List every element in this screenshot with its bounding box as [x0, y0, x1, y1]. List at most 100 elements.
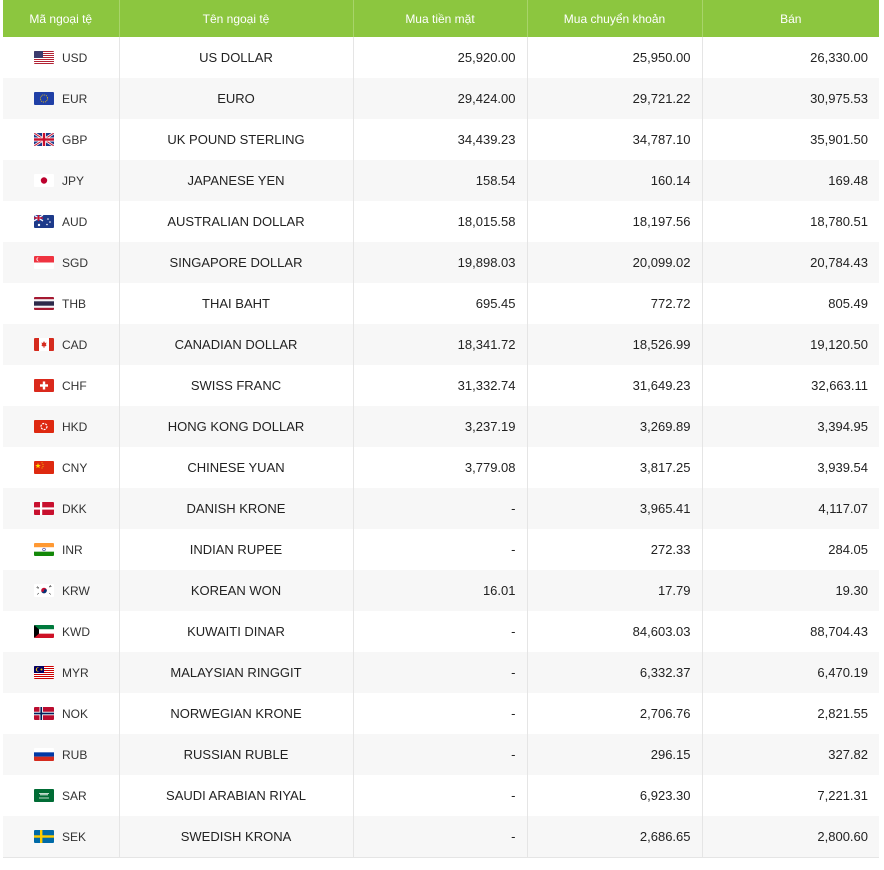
currency-code-wrap: AUD	[34, 215, 119, 229]
transfer-buy-rate: 160.14	[527, 160, 703, 201]
currency-code: KWD	[62, 624, 90, 639]
currency-code-cell: GBP	[3, 119, 120, 160]
currency-code-cell: MYR	[3, 652, 120, 693]
currency-name: US DOLLAR	[119, 37, 354, 78]
sell-rate: 284.05	[702, 529, 879, 570]
table-row: KWD KUWAITI DINAR -84,603.03 88,704.43	[3, 611, 879, 652]
currency-code: JPY	[62, 173, 85, 188]
currency-code: SAR	[62, 788, 87, 803]
sell-rate: 805.49	[702, 283, 879, 324]
cash-buy-rate: -	[353, 775, 528, 816]
currency-code-cell: EUR	[3, 78, 120, 119]
se-flag-icon	[34, 830, 54, 843]
transfer-buy-rate: 20,099.02	[527, 242, 703, 283]
table-row: CHF SWISS FRANC 31,332.74 31,649.23 32,663.1…	[3, 365, 879, 406]
table-row: THB THAI BAHT 695.45 772.72 805.49	[3, 283, 879, 324]
sell-rate: 3,939.54	[702, 447, 879, 488]
currency-code-wrap: SAR	[34, 789, 119, 803]
currency-code-cell: SAR	[3, 775, 120, 816]
sell-rate: 35,901.50	[702, 119, 879, 160]
transfer-buy-rate: 2,706.76	[527, 693, 703, 734]
table-row: SEK SWEDISH KRONA -2,686.65 2,800.60	[3, 816, 879, 858]
currency-code: USD	[62, 50, 88, 65]
th-flag-icon	[34, 297, 54, 310]
table-row: INR INDIAN RUPEE -272.33 284.05	[3, 529, 879, 570]
table-row: JPY JAPANESE YEN 158.54 160.14 169.48	[3, 160, 879, 201]
au-flag-icon	[34, 215, 54, 228]
table-row: EUR EURO 29,424.00 29,721.22 30,975.53	[3, 78, 879, 119]
currency-code: MYR	[62, 665, 89, 680]
transfer-buy-rate: 25,950.00	[527, 37, 703, 78]
currency-code-cell: CAD	[3, 324, 120, 365]
currency-code: INR	[62, 542, 83, 557]
table-row: RUB RUSSIAN RUBLE -296.15 327.82	[3, 734, 879, 775]
cash-buy-rate: 158.54	[353, 160, 528, 201]
transfer-buy-rate: 6,332.37	[527, 652, 703, 693]
currency-name: INDIAN RUPEE	[119, 529, 354, 570]
transfer-buy-rate: 84,603.03	[527, 611, 703, 652]
table-row: AUD AUSTRALIAN DOLLAR 18,015.58 18,197.56 18…	[3, 201, 879, 242]
sa-flag-icon	[34, 789, 54, 802]
currency-code: GBP	[62, 132, 88, 147]
currency-code-cell: SEK	[3, 816, 120, 858]
currency-code: SEK	[62, 829, 87, 844]
currency-name: NORWEGIAN KRONE	[119, 693, 354, 734]
hk-flag-icon	[34, 420, 54, 433]
currency-code-cell: RUB	[3, 734, 120, 775]
currency-code: CNY	[62, 460, 88, 475]
currency-code-cell: CHF	[3, 365, 120, 406]
currency-code-cell: KWD	[3, 611, 120, 652]
currency-code-wrap: KWD	[34, 625, 119, 639]
currency-code-cell: KRW	[3, 570, 120, 611]
currency-code: AUD	[62, 214, 88, 229]
currency-code-cell: AUD	[3, 201, 120, 242]
currency-name: SWISS FRANC	[119, 365, 354, 406]
currency-code-cell: INR	[3, 529, 120, 570]
no-flag-icon	[34, 707, 54, 720]
currency-code-cell: HKD	[3, 406, 120, 447]
ch-flag-icon	[34, 379, 54, 392]
dk-flag-icon	[34, 502, 54, 515]
cash-buy-rate: 3,779.08	[353, 447, 528, 488]
sg-flag-icon	[34, 256, 54, 269]
table-row: USD US DOLLAR 25,920.00 25,950.00 26,330.00	[3, 37, 879, 78]
sell-rate: 19.30	[702, 570, 879, 611]
currency-name: SAUDI ARABIAN RIYAL	[119, 775, 354, 816]
cash-buy-rate: -	[353, 652, 528, 693]
table-row: GBP UK POUND STERLING 34,439.23 34,787.10 35…	[3, 119, 879, 160]
transfer-buy-rate: 29,721.22	[527, 78, 703, 119]
transfer-buy-rate: 2,686.65	[527, 816, 703, 858]
sell-rate: 3,394.95	[702, 406, 879, 447]
currency-name: THAI BAHT	[119, 283, 354, 324]
sell-rate: 6,470.19	[702, 652, 879, 693]
cash-buy-rate: 18,015.58	[353, 201, 528, 242]
cash-buy-rate: 16.01	[353, 570, 528, 611]
transfer-buy-rate: 3,965.41	[527, 488, 703, 529]
ru-flag-icon	[34, 748, 54, 761]
currency-name: EURO	[119, 78, 354, 119]
table-row: SAR SAUDI ARABIAN RIYAL -6,923.30 7,221.31	[3, 775, 879, 816]
table-row: NOK NORWEGIAN KRONE -2,706.76 2,821.55	[3, 693, 879, 734]
currency-code-wrap: JPY	[34, 174, 119, 188]
cash-buy-rate: -	[353, 734, 528, 775]
currency-code-wrap: CNY	[34, 461, 119, 475]
kr-flag-icon	[34, 584, 54, 597]
header-cash-buy: Mua tiền mặt	[353, 0, 528, 37]
currency-name: MALAYSIAN RINGGIT	[119, 652, 354, 693]
sell-rate: 7,221.31	[702, 775, 879, 816]
currency-code-wrap: INR	[34, 543, 119, 557]
table-row: KRW KOREAN WON 16.01 17.79 19.30	[3, 570, 879, 611]
currency-code-cell: NOK	[3, 693, 120, 734]
currency-name: DANISH KRONE	[119, 488, 354, 529]
transfer-buy-rate: 272.33	[527, 529, 703, 570]
currency-code: CAD	[62, 337, 88, 352]
currency-code-wrap: DKK	[34, 502, 119, 516]
sell-rate: 32,663.11	[702, 365, 879, 406]
currency-name: HONG KONG DOLLAR	[119, 406, 354, 447]
currency-code: THB	[62, 296, 86, 311]
exchange-rate-table: Mã ngoại tệ Tên ngoại tệ Mua tiền mặt Mu…	[3, 0, 879, 858]
cash-buy-rate: -	[353, 611, 528, 652]
currency-name: CANADIAN DOLLAR	[119, 324, 354, 365]
currency-code-wrap: USD	[34, 51, 119, 65]
currency-name: UK POUND STERLING	[119, 119, 354, 160]
